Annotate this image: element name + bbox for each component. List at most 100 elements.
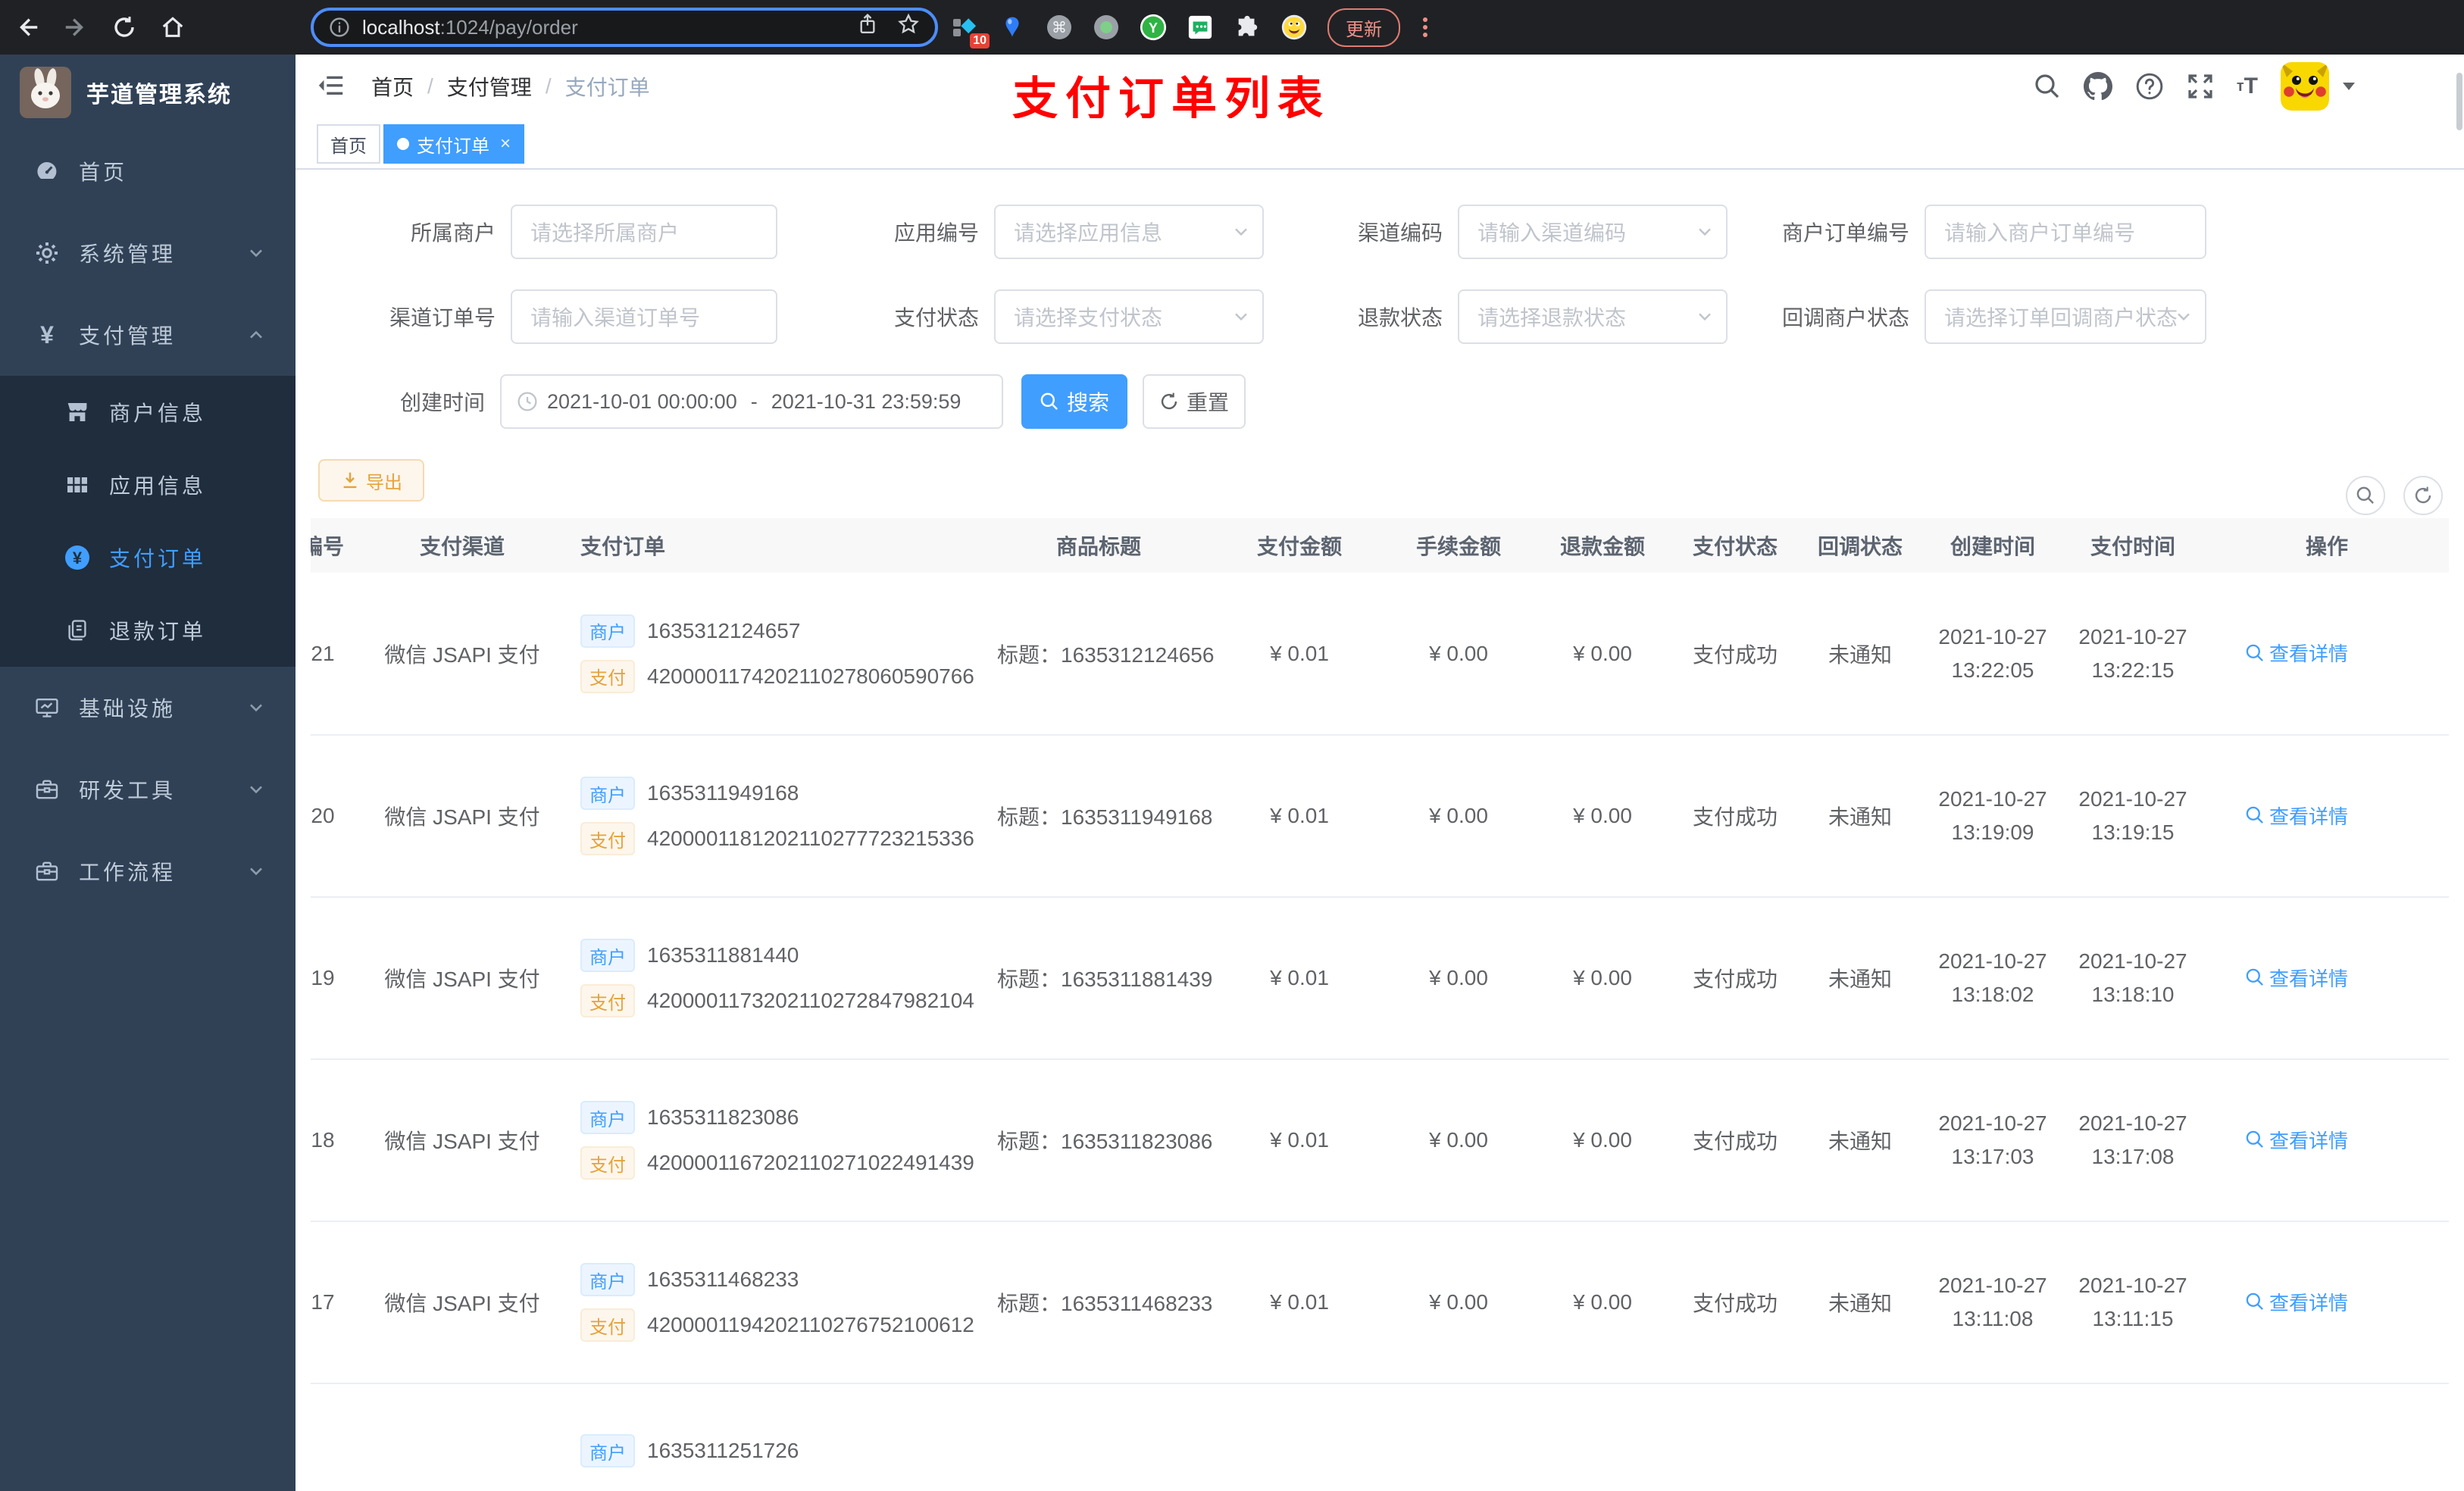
cell-create-time — [1925, 1383, 2061, 1491]
filter-merchant-order-no-input[interactable]: 请输入商户订单编号 — [1925, 205, 2206, 259]
raindrop-extension-icon[interactable]: 10 — [952, 14, 990, 48]
fullscreen-icon[interactable] — [2187, 73, 2214, 100]
cell-pay-amount: ¥ 0.01 — [1212, 1059, 1387, 1222]
sidebar-item-home[interactable]: 首页 — [0, 130, 295, 212]
scrollbar[interactable] — [2456, 73, 2462, 130]
cell-pay-order: 商户 1635312124657 支付 42000011742021102780605… — [568, 573, 985, 736]
sidebar-item-dev-tools[interactable]: 研发工具 — [0, 749, 295, 830]
view-detail-link[interactable]: 查看详情 — [2245, 639, 2348, 667]
filter-app-no-select[interactable]: 请选择应用信息 — [994, 205, 1264, 259]
sidebar-item-payment[interactable]: ¥ 支付管理 — [0, 294, 295, 376]
placeholder-text: 请选择所属商户 — [530, 221, 680, 245]
github-icon[interactable] — [2083, 72, 2112, 101]
table-header-cell: 支付渠道 — [419, 535, 505, 558]
sidebar-item-merchant-info[interactable]: 商户信息 — [0, 376, 295, 449]
puzzle-extensions-icon[interactable] — [1234, 14, 1261, 41]
chevron-down-icon[interactable] — [2343, 83, 2355, 90]
chevron-down-icon — [1232, 308, 1250, 326]
filter-merchant-label: 所属商户 — [410, 221, 496, 245]
site-info-icon[interactable] — [329, 17, 350, 38]
home-icon — [162, 17, 183, 37]
cell-id: 18 — [311, 1059, 356, 1222]
cell-refund-amount: ¥ 0.00 — [1531, 573, 1674, 736]
sidebar-item-system[interactable]: 系统管理 — [0, 212, 295, 294]
y-extension-icon[interactable]: Y — [1140, 14, 1167, 41]
filter-callback-status: 回调商户状态 请选择订单回调商户状态 — [1712, 289, 2206, 344]
monitor-icon — [33, 694, 61, 721]
table-header-cell: 支付订单 — [580, 535, 666, 558]
tab-home[interactable]: 首页 — [317, 124, 380, 164]
pay-tag: 支付 — [580, 984, 635, 1017]
view-detail-link[interactable]: 查看详情 — [2245, 802, 2348, 830]
reset-button[interactable]: 重置 — [1143, 374, 1246, 429]
menu-fold-icon[interactable] — [317, 71, 346, 106]
table-row: 17 微信 JSAPI 支付 商户 1635311468233 支付 4200001194… — [311, 1221, 2449, 1384]
cell-product-title: 标题：1635311881439 — [985, 897, 1212, 1060]
view-detail-link[interactable]: 查看详情 — [2245, 1288, 2348, 1316]
chevron-down-icon — [1696, 308, 1714, 326]
sidebar-item-infrastructure[interactable]: 基础设施 — [0, 667, 295, 749]
table-row: 21 微信 JSAPI 支付 商户 1635312124657 支付 4200001174… — [311, 573, 2449, 736]
merchant-order-no: 1635311823086 — [647, 1105, 799, 1129]
cell-pay-status: 支付成功 — [1674, 1221, 1796, 1384]
merchant-tag: 商户 — [580, 1434, 635, 1468]
view-detail-link[interactable]: 查看详情 — [2245, 1126, 2348, 1154]
browser-reload-button[interactable] — [103, 6, 145, 48]
refresh-icon — [1161, 392, 1177, 410]
emoji-extension-icon[interactable] — [1280, 14, 1308, 41]
browser-forward-button[interactable] — [55, 6, 97, 48]
sidebar-item-pay-order[interactable]: ¥ 支付订单 — [0, 521, 295, 594]
sidebar-menu: 首页 系统管理 ¥ 支付管理 商户信息 应用信息 ¥ 支付订单 退款订单 基础设施 研发工具 工作流程 — [0, 130, 295, 912]
sidebar-item-workflow[interactable]: 工作流程 — [0, 830, 295, 912]
sidebar-item-app-info[interactable]: 应用信息 — [0, 449, 295, 521]
table-header-cell: 支付时间 — [2090, 535, 2175, 558]
breadcrumb-home[interactable]: 首页 — [371, 71, 414, 102]
yen-icon: ¥ — [40, 320, 54, 349]
command-extension-icon[interactable]: ⌘ — [1046, 14, 1073, 41]
avatar[interactable] — [2281, 62, 2329, 111]
filter-channel-code-select[interactable]: 请输入渠道编码 — [1458, 205, 1728, 259]
filter-callback-status-label: 回调商户状态 — [1781, 306, 1909, 330]
tags-view: 首页 支付订单 × — [295, 118, 2464, 170]
export-button[interactable]: 导出 — [318, 459, 424, 502]
table-row: 20 微信 JSAPI 支付 商户 1635311949168 支付 4200001181… — [311, 735, 2449, 898]
cell-pay-time: 2021-10-27 13:17:08 — [2061, 1059, 2205, 1222]
cell-action: 查看详情 — [2205, 735, 2449, 898]
browser-menu-icon[interactable] — [1423, 17, 1427, 37]
browser-home-button[interactable] — [152, 6, 194, 48]
address-bar[interactable]: localhost:1024/pay/order — [311, 8, 938, 47]
balloon-extension-icon[interactable] — [999, 14, 1026, 41]
browser-update-button[interactable]: 更新 — [1327, 8, 1400, 47]
share-icon[interactable] — [856, 13, 879, 42]
cell-pay-time: 2021-10-27 13:22:15 — [2061, 573, 2205, 736]
create-time-range-picker[interactable]: 2021-10-01 00:00:00 - 2021-10-31 23:59:5… — [500, 374, 1003, 429]
filter-merchant-input[interactable]: 请选择所属商户 — [511, 205, 777, 259]
filter-pay-status-select[interactable]: 请选择支付状态 — [994, 289, 1264, 344]
filter-callback-status-select[interactable]: 请选择订单回调商户状态 — [1925, 289, 2206, 344]
help-icon[interactable] — [2135, 72, 2164, 101]
gray-dot-extension-icon[interactable] — [1093, 14, 1120, 41]
font-size-icon[interactable]: тT — [2237, 73, 2258, 99]
close-icon[interactable]: × — [500, 133, 511, 155]
tab-pay-order[interactable]: 支付订单 × — [383, 124, 525, 164]
cell-id: 17 — [311, 1221, 356, 1384]
refresh-table-button[interactable] — [2403, 476, 2443, 515]
toggle-search-button[interactable] — [2346, 476, 2385, 515]
filter-channel-order-no-input[interactable]: 请输入渠道订单号 — [511, 289, 777, 344]
bookmark-star-icon[interactable] — [897, 13, 920, 42]
table-row: 18 微信 JSAPI 支付 商户 1635311823086 支付 4200001167… — [311, 1059, 2449, 1222]
browser-back-button[interactable] — [6, 6, 48, 48]
filter-refund-status-select[interactable]: 请选择退款状态 — [1458, 289, 1728, 344]
cell-pay-amount — [1212, 1383, 1387, 1491]
search-button[interactable]: 搜索 — [1021, 374, 1127, 429]
view-detail-link[interactable]: 查看详情 — [2245, 964, 2348, 992]
chat-extension-icon[interactable] — [1187, 14, 1214, 41]
breadcrumb-pay-management[interactable]: 支付管理 — [447, 71, 532, 102]
sidebar-item-refund-order[interactable]: 退款订单 — [0, 594, 295, 667]
cell-product-title: 标题：1635311468233 — [985, 1221, 1212, 1384]
arrow-left-icon — [20, 18, 38, 36]
search-icon[interactable] — [2034, 73, 2061, 100]
cell-create-time: 2021-10-27 13:17:03 — [1925, 1059, 2061, 1222]
chevron-down-icon — [2175, 308, 2193, 326]
search-icon — [1040, 392, 1058, 410]
